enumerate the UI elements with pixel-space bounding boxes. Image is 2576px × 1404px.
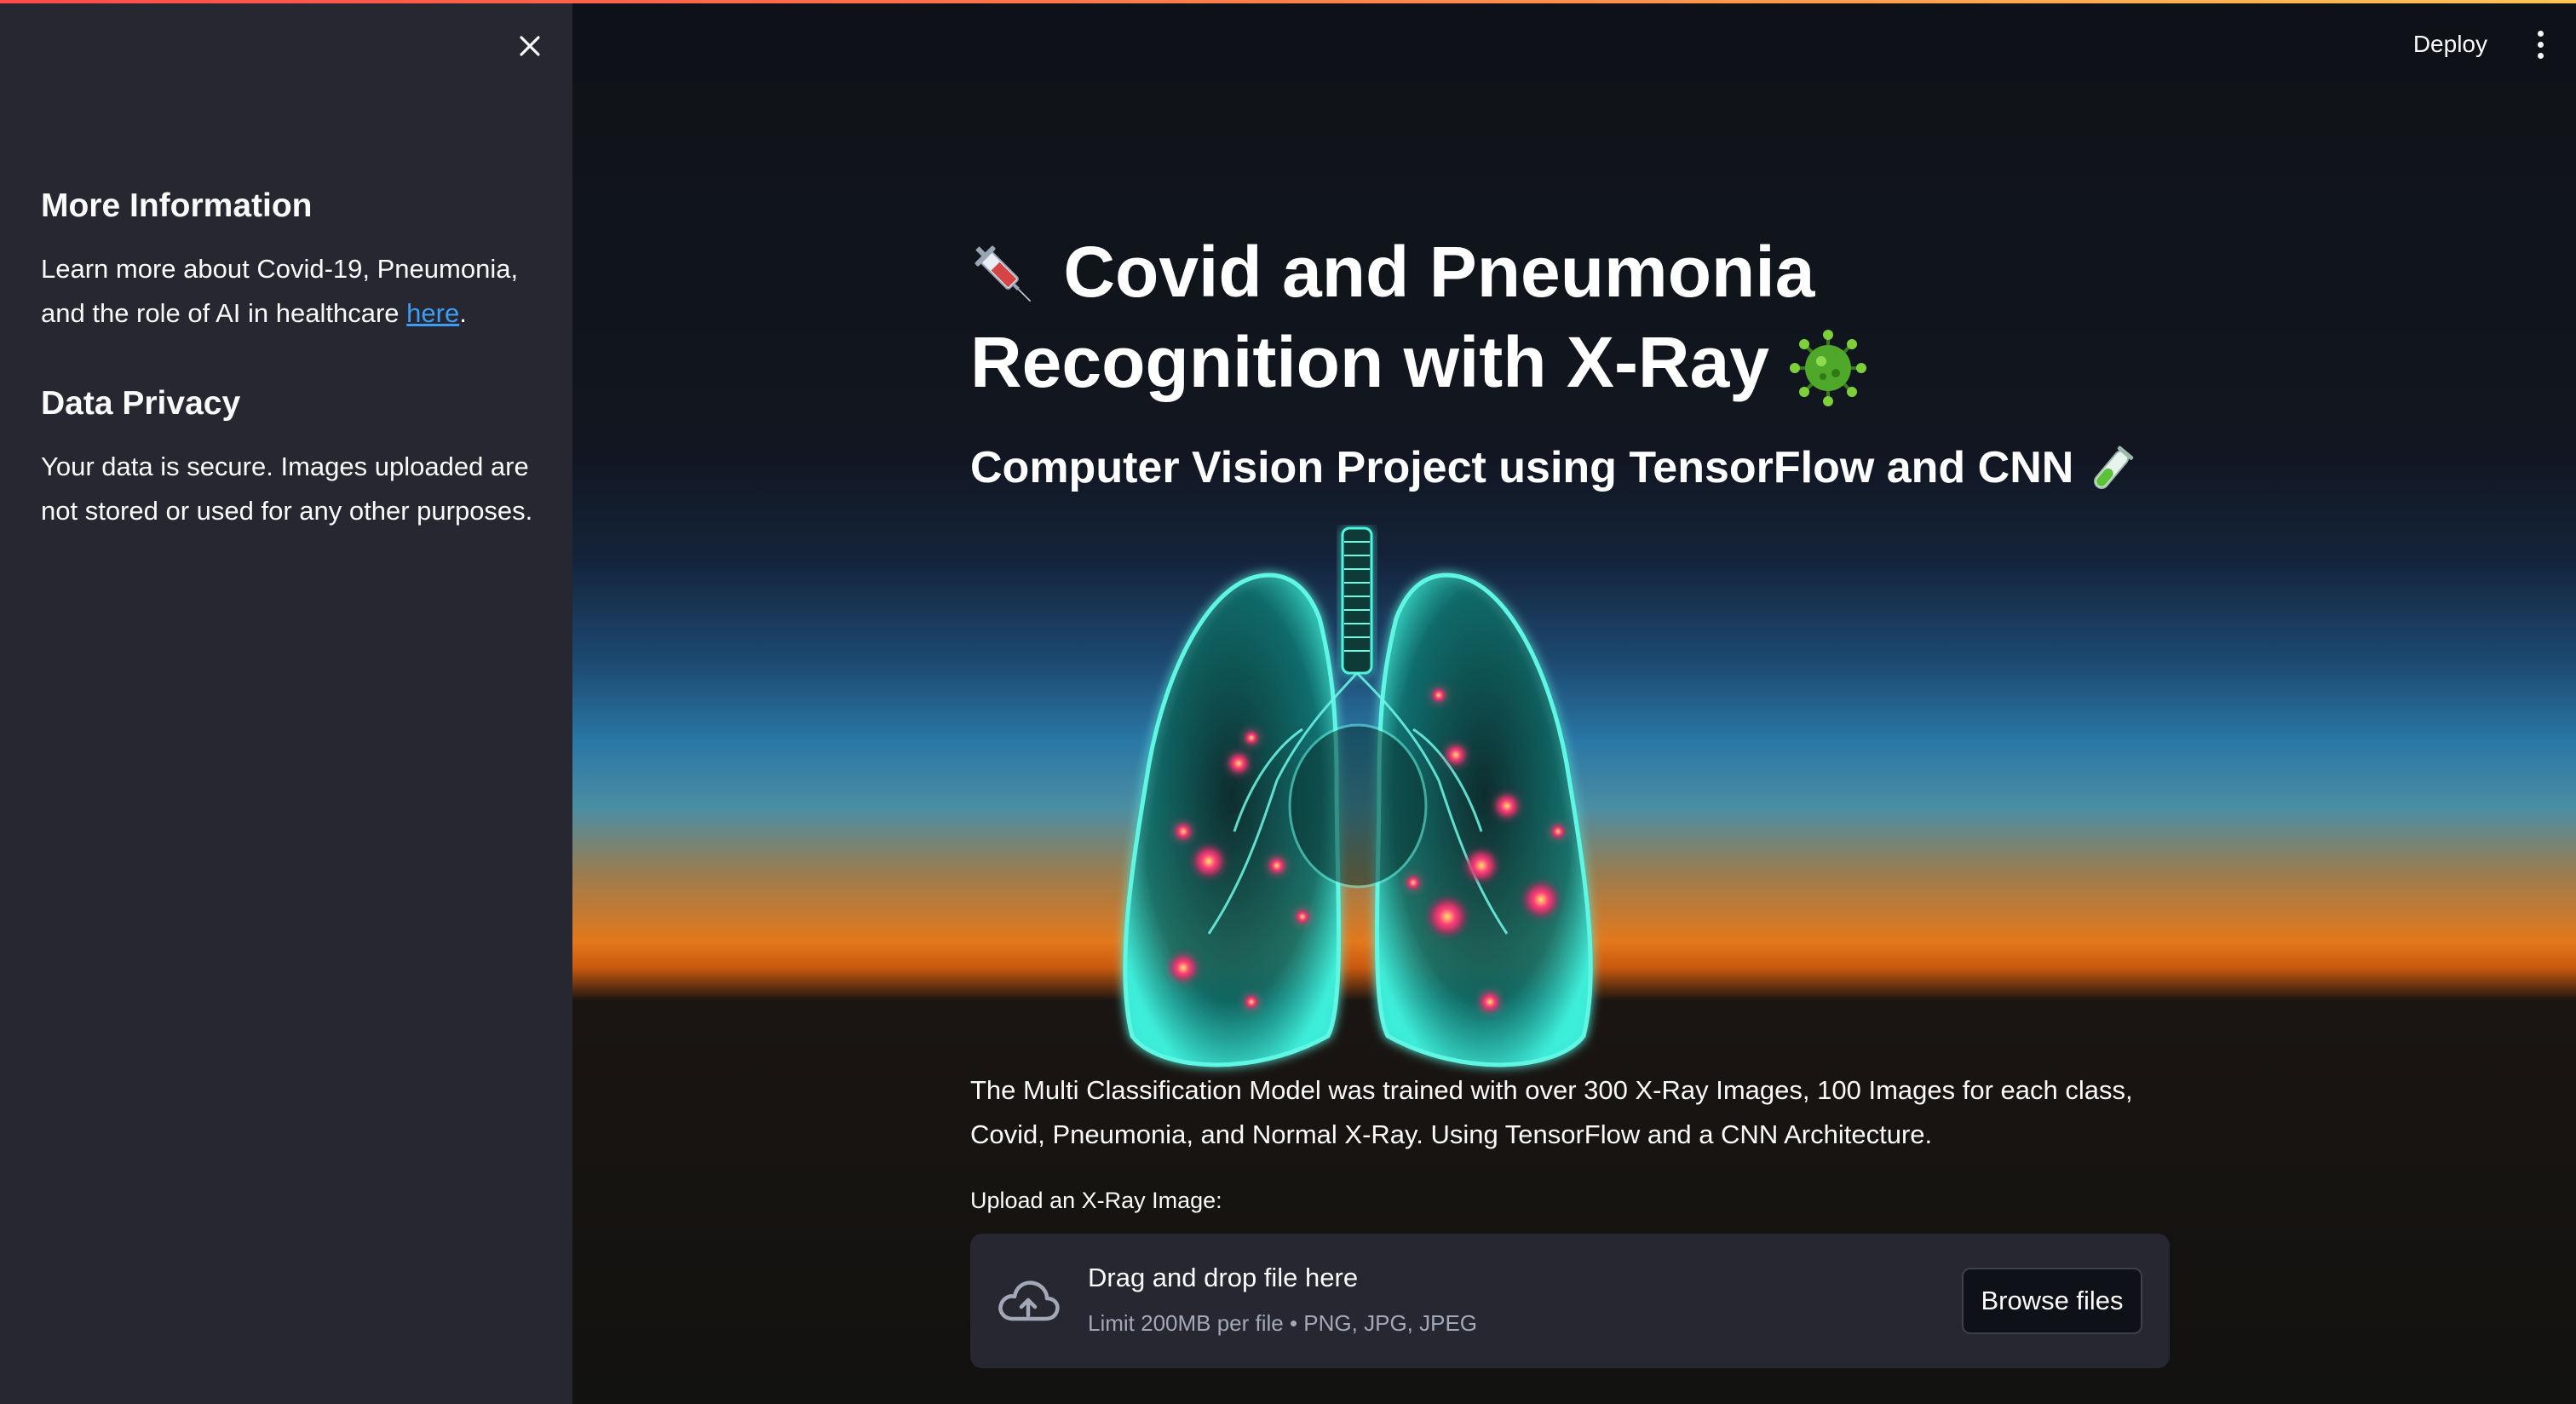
page-title-line1: Covid and Pneumonia (1063, 232, 1815, 312)
browse-files-button[interactable]: Browse files (1962, 1268, 2142, 1334)
syringe-emoji (975, 245, 1032, 302)
cloud-upload-icon (998, 1280, 1060, 1321)
top-accent-bar (0, 0, 2576, 3)
main-menu-button[interactable] (2527, 26, 2554, 63)
app-header: Deploy (572, 3, 2576, 82)
virus-emoji (1790, 329, 1867, 406)
page-title: Covid and Pneumonia Recognition with X-R… (970, 227, 2180, 407)
close-sidebar-button[interactable] (509, 26, 550, 66)
deploy-button[interactable]: Deploy (2406, 24, 2494, 65)
page-subtitle-text: Computer Vision Project using TensorFlow… (970, 443, 2074, 492)
more-info-heading: More Information (41, 187, 313, 224)
data-privacy-heading: Data Privacy (41, 385, 241, 422)
data-privacy-text: Your data is secure. Images uploaded are… (41, 452, 533, 526)
dropzone-limits: Limit 200MB per file • PNG, JPG, JPEG (1088, 1310, 1478, 1336)
kebab-menu-icon (2537, 30, 2544, 37)
more-info-text: Learn more about Covid-19, Pneumonia, an… (41, 247, 535, 336)
sidebar: More Information Learn more about Covid-… (0, 0, 572, 1404)
upload-label: Upload an X-Ray Image: (970, 1188, 1222, 1213)
here-link[interactable]: here (406, 298, 459, 328)
sidebar-content: More Information Learn more about Covid-… (41, 187, 535, 533)
model-description: The Multi Classification Model was train… (970, 1075, 2133, 1149)
page-title-line2: Recognition with X-Ray (970, 322, 1770, 402)
page-subtitle: Computer Vision Project using TensorFlow… (970, 438, 2180, 498)
main-area: Covid and Pneumonia Recognition with X-R… (572, 82, 2576, 1404)
close-icon (520, 36, 540, 56)
lungs-xray-image (1123, 526, 1593, 1067)
file-dropzone[interactable]: Drag and drop file here Limit 200MB per … (970, 1234, 2170, 1368)
test-tube-emoji (2093, 446, 2134, 490)
more-info-text-after: . (459, 298, 467, 328)
dropzone-title: Drag and drop file here (1088, 1263, 1359, 1292)
